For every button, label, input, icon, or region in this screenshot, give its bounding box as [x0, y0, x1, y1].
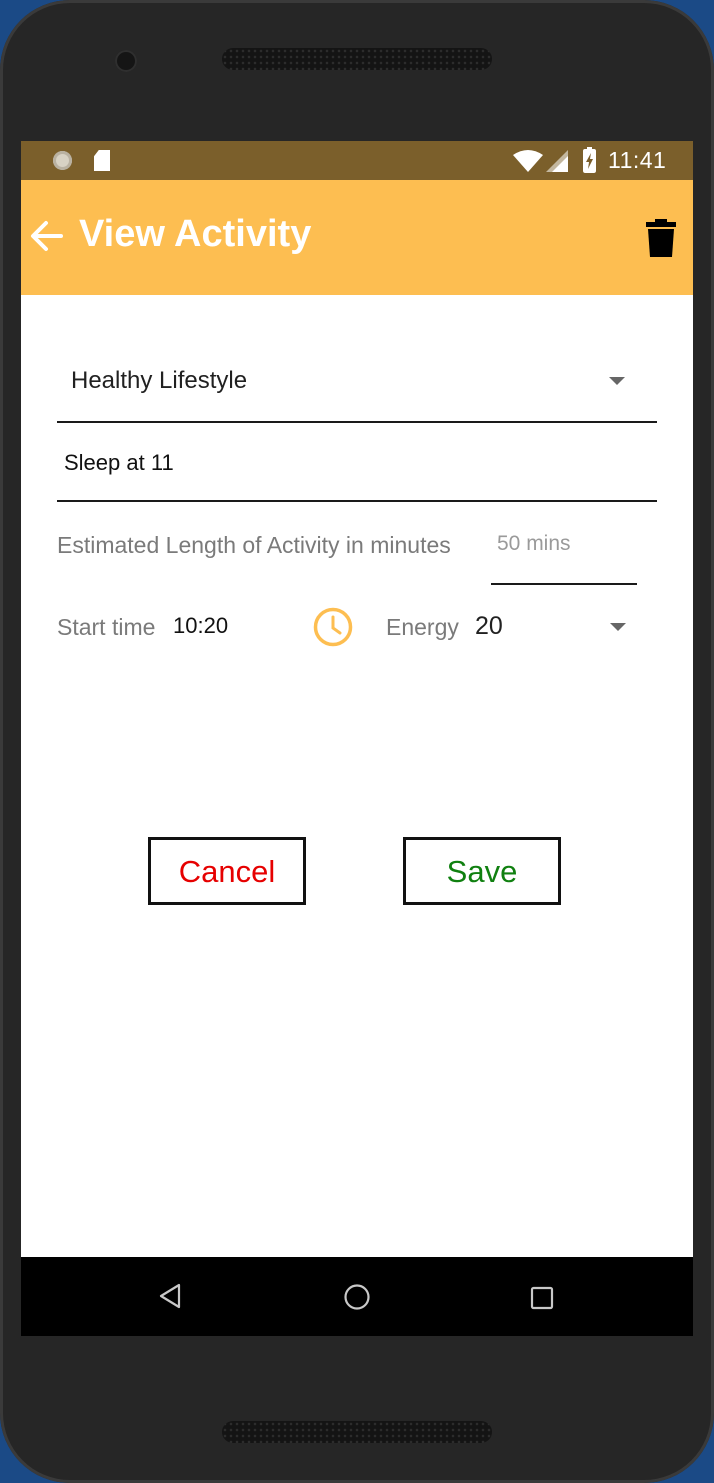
app-bar: View Activity [21, 180, 693, 295]
clock-icon[interactable] [312, 606, 354, 648]
activity-name-value: Sleep at 11 [64, 450, 174, 475]
length-placeholder: 50 mins [497, 532, 571, 555]
chevron-down-icon [610, 623, 626, 631]
page-title: View Activity [79, 213, 312, 255]
category-dropdown[interactable]: Healthy Lifestyle [57, 341, 657, 423]
start-time-label: Start time [57, 614, 156, 640]
nav-back-icon[interactable] [158, 1283, 182, 1309]
status-bar: 11:41 [21, 141, 693, 180]
phone-frame: 11:41 View Activity Healthy Lifestyle Sl… [0, 0, 714, 1483]
navigation-bar [21, 1257, 693, 1336]
status-time: 11:41 [608, 147, 667, 173]
trash-icon[interactable] [646, 219, 676, 257]
category-selected-value: Healthy Lifestyle [71, 367, 248, 394]
cancel-button[interactable]: Cancel [148, 837, 306, 905]
front-camera [115, 50, 137, 72]
start-time-value: 10:20 [173, 613, 229, 638]
bottom-speaker [222, 1421, 492, 1443]
chevron-down-icon [609, 377, 625, 385]
energy-selected-value: 20 [475, 612, 503, 640]
top-speaker [222, 48, 492, 70]
sd-card-icon [94, 150, 110, 171]
energy-dropdown[interactable]: 20 [467, 603, 637, 647]
nav-recents-icon[interactable] [530, 1286, 554, 1310]
battery-charging-icon [583, 147, 596, 173]
wifi-icon [513, 150, 543, 172]
arrow-back-icon[interactable] [29, 220, 63, 252]
length-label: Estimated Length of Activity in minutes [57, 532, 451, 558]
screen: 11:41 View Activity Healthy Lifestyle Sl… [21, 141, 693, 1336]
signal-icon [546, 150, 568, 172]
save-button[interactable]: Save [403, 837, 561, 905]
length-input[interactable]: 50 mins [491, 521, 637, 585]
nav-home-icon[interactable] [343, 1283, 371, 1311]
activity-name-field[interactable]: Sleep at 11 [57, 433, 657, 502]
energy-label: Energy [386, 614, 459, 640]
notification-circle-icon [53, 151, 72, 170]
